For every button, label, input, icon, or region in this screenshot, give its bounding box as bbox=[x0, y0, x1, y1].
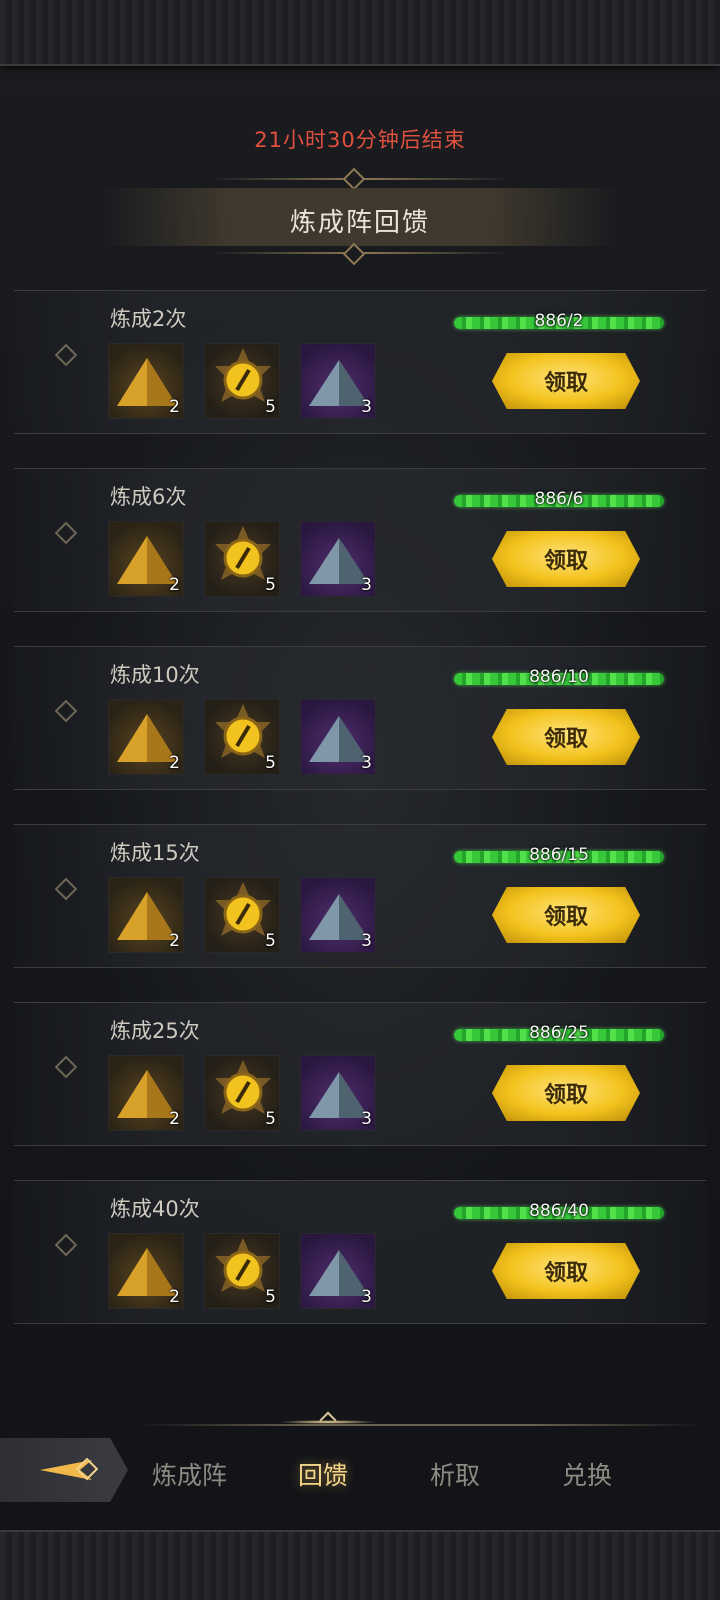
progress-text: 886/6 bbox=[534, 489, 584, 509]
row-diamond-icon bbox=[54, 699, 78, 723]
claim-button[interactable]: 领取 bbox=[492, 887, 640, 943]
reward-item[interactable]: 5 bbox=[204, 877, 280, 953]
claim-button[interactable]: 领取 bbox=[492, 709, 640, 765]
reward-row: 炼成10次 2 5 3 886/10 领取 bbox=[14, 646, 706, 790]
reward-item[interactable]: 5 bbox=[204, 699, 280, 775]
back-button[interactable] bbox=[0, 1438, 128, 1502]
reward-item[interactable]: 3 bbox=[300, 521, 376, 597]
reward-row: 炼成40次 2 5 3 886/40 领取 bbox=[14, 1180, 706, 1324]
header-diamond-icon bbox=[342, 242, 366, 266]
tab-exchange[interactable]: 兑换 bbox=[562, 1456, 612, 1492]
event-page: 21小时30分钟后结束 炼成阵回馈 炼成2次 2 5 3 886/2 领取 炼成… bbox=[0, 0, 720, 1600]
row-diamond-icon bbox=[54, 1055, 78, 1079]
reward-item[interactable]: 5 bbox=[204, 343, 280, 419]
reward-item[interactable]: 5 bbox=[204, 521, 280, 597]
reward-item[interactable]: 3 bbox=[300, 1055, 376, 1131]
reward-row: 炼成15次 2 5 3 886/15 领取 bbox=[14, 824, 706, 968]
reward-item[interactable]: 2 bbox=[108, 877, 184, 953]
reward-item[interactable]: 3 bbox=[300, 877, 376, 953]
reward-row-label: 炼成40次 bbox=[110, 1197, 200, 1221]
reward-row-label: 炼成15次 bbox=[110, 841, 200, 865]
progress-text: 886/40 bbox=[529, 1201, 589, 1221]
row-diamond-icon bbox=[54, 343, 78, 367]
reward-item[interactable]: 3 bbox=[300, 1233, 376, 1309]
claim-button[interactable]: 领取 bbox=[492, 1243, 640, 1299]
progress-text: 886/2 bbox=[534, 311, 584, 331]
page-title: 炼成阵回馈 bbox=[289, 208, 430, 238]
row-diamond-icon bbox=[54, 877, 78, 901]
tab-rewards[interactable]: 回馈 bbox=[298, 1456, 348, 1492]
reward-row-label: 炼成2次 bbox=[110, 307, 187, 331]
reward-item[interactable]: 3 bbox=[300, 343, 376, 419]
reward-row: 炼成25次 2 5 3 886/25 领取 bbox=[14, 1002, 706, 1146]
back-arrow-icon bbox=[40, 1457, 99, 1481]
reward-item[interactable]: 2 bbox=[108, 1055, 184, 1131]
reward-row-label: 炼成25次 bbox=[110, 1019, 200, 1043]
claim-button[interactable]: 领取 bbox=[492, 1065, 640, 1121]
tab-extract[interactable]: 析取 bbox=[430, 1456, 480, 1492]
event-timer: 21小时30分钟后结束 bbox=[254, 128, 466, 152]
reward-item[interactable]: 3 bbox=[300, 699, 376, 775]
tab-alchemy-circle[interactable]: 炼成阵 bbox=[152, 1456, 227, 1492]
progress-text: 886/25 bbox=[529, 1023, 589, 1043]
bottom-ornament-frame bbox=[0, 1530, 720, 1600]
reward-row: 炼成2次 2 5 3 886/2 领取 bbox=[14, 290, 706, 434]
top-ornament-frame bbox=[0, 0, 720, 66]
reward-item[interactable]: 2 bbox=[108, 521, 184, 597]
reward-row: 炼成6次 2 5 3 886/6 领取 bbox=[14, 468, 706, 612]
reward-item[interactable]: 5 bbox=[204, 1055, 280, 1131]
reward-row-label: 炼成10次 bbox=[110, 663, 200, 687]
progress-text: 886/15 bbox=[529, 845, 589, 865]
progress-text: 886/10 bbox=[529, 667, 589, 687]
reward-row-label: 炼成6次 bbox=[110, 485, 187, 509]
reward-item[interactable]: 2 bbox=[108, 1233, 184, 1309]
claim-button[interactable]: 领取 bbox=[492, 353, 640, 409]
tabbar-divider bbox=[140, 1424, 700, 1426]
reward-item[interactable]: 2 bbox=[108, 699, 184, 775]
reward-item[interactable]: 5 bbox=[204, 1233, 280, 1309]
header-diamond-icon bbox=[342, 167, 366, 191]
row-diamond-icon bbox=[54, 1233, 78, 1257]
row-diamond-icon bbox=[54, 521, 78, 545]
reward-item[interactable]: 2 bbox=[108, 343, 184, 419]
claim-button[interactable]: 领取 bbox=[492, 531, 640, 587]
